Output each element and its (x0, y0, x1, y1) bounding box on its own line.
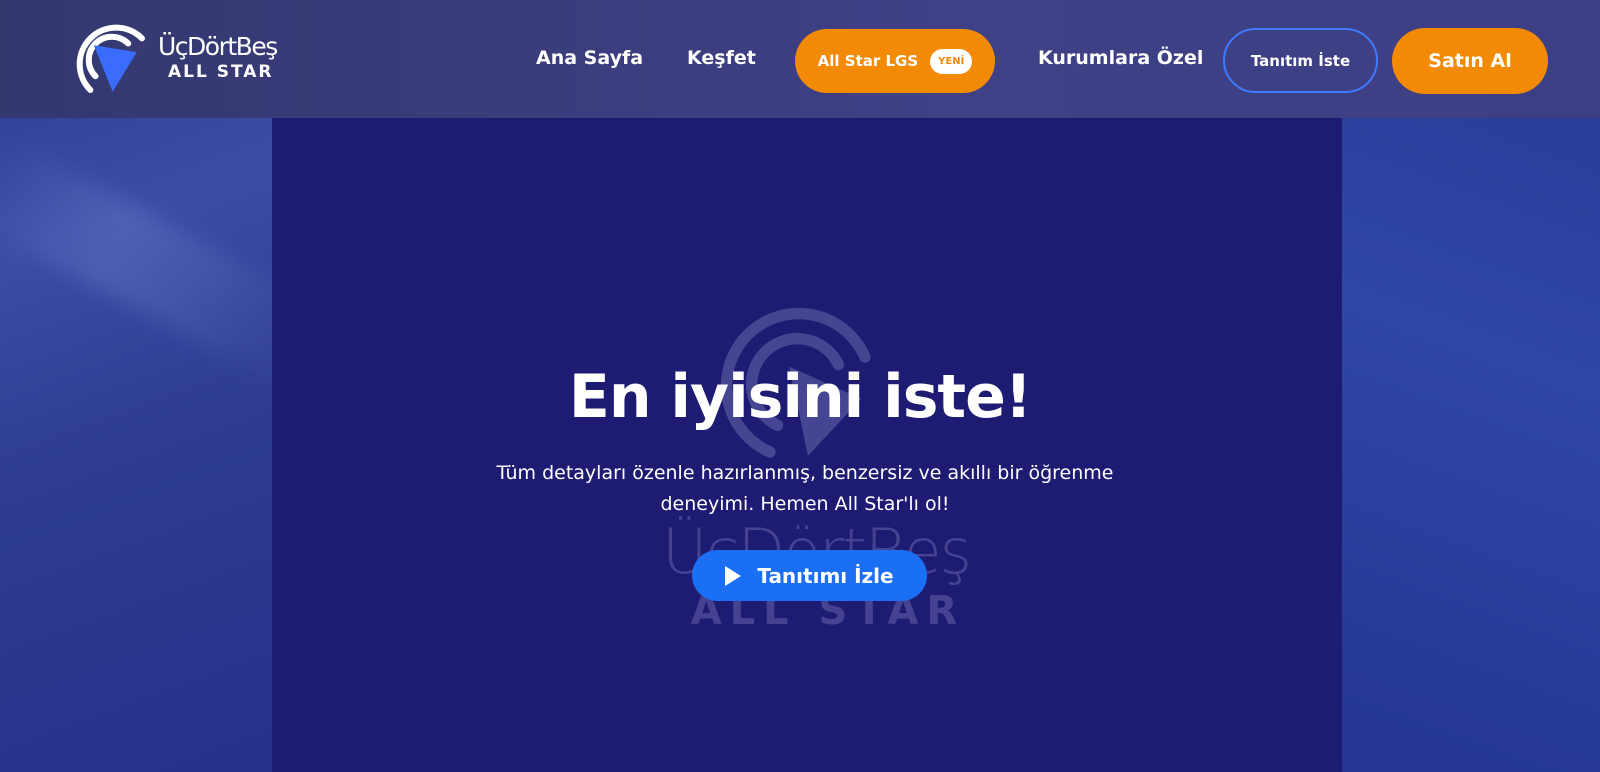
nav-home-link[interactable]: Ana Sayfa (536, 47, 643, 69)
play-icon (725, 565, 742, 586)
top-navigation-bar: ÜçDörtBeş ALL STAR Ana Sayfa Keşfet All … (0, 0, 1600, 118)
nav-corporate-link[interactable]: Kurumlara Özel (1038, 47, 1203, 69)
play-broadcast-logo-icon (76, 24, 145, 93)
all-star-lgs-label: All Star LGS (817, 52, 919, 70)
hero-title: En iyisini iste! (568, 362, 1032, 432)
nav-explore-link[interactable]: Keşfet (687, 47, 756, 69)
all-star-lgs-button[interactable]: All Star LGS YENİ (795, 29, 995, 93)
brand-name: ÜçDörtBeş (158, 32, 278, 61)
hero-subtitle: Tüm detayları özenle hazırlanmış, benzer… (496, 462, 1114, 515)
brand-logo[interactable]: ÜçDörtBeş ALL STAR (68, 16, 308, 102)
watch-intro-label: Tanıtımı İzle (757, 563, 894, 588)
request-demo-button[interactable]: Tanıtım İste (1223, 28, 1378, 93)
new-badge: YENİ (930, 48, 973, 74)
watch-intro-button[interactable]: Tanıtımı İzle (692, 550, 927, 601)
brand-subtitle: ALL STAR (168, 62, 274, 82)
buy-button[interactable]: Satın Al (1392, 28, 1548, 94)
